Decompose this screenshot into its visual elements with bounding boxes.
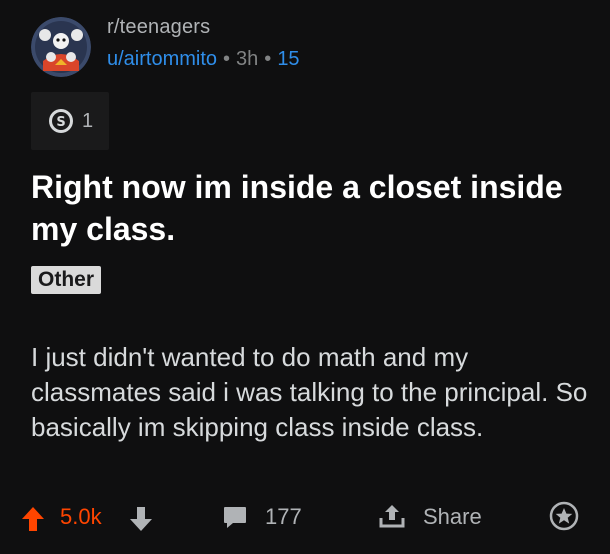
share-icon[interactable] xyxy=(378,502,406,530)
post-body: I just didn't wanted to do math and my c… xyxy=(31,342,588,442)
post-meta: u/airtommito • 3h • 15 xyxy=(107,48,300,71)
vote-score: 5.0k xyxy=(60,504,102,529)
author-username[interactable]: u/airtommito xyxy=(107,48,217,70)
svg-text:S: S xyxy=(56,115,65,130)
subreddit-name[interactable]: r/teenagers xyxy=(107,16,210,39)
give-award-icon[interactable] xyxy=(549,501,579,531)
author-points: 15 xyxy=(277,48,300,70)
post-view: r/teenagers u/airtommito • 3h • 15 S 1 Right… xyxy=(0,0,610,554)
silver-award-icon: S xyxy=(49,109,73,133)
comment-count[interactable]: 177 xyxy=(265,504,302,530)
post-flair[interactable]: Other xyxy=(31,266,102,294)
meta-separator: • xyxy=(223,48,231,70)
post-title: Right now im inside a closet inside my c… xyxy=(31,169,563,247)
meta-separator-2: • xyxy=(264,48,272,70)
award-badge[interactable]: S 1 xyxy=(31,92,109,150)
share-button[interactable]: Share xyxy=(423,504,482,530)
comment-bubble-icon[interactable] xyxy=(222,504,248,530)
upvote-arrow-icon[interactable] xyxy=(21,506,45,532)
post-age: 3h xyxy=(236,48,259,70)
subreddit-avatar[interactable] xyxy=(31,17,91,77)
subreddit-avatar-icon xyxy=(31,17,91,77)
award-count: 1 xyxy=(82,109,94,132)
action-bar: 5.0k 177 Share xyxy=(0,496,610,540)
downvote-arrow-icon[interactable] xyxy=(129,506,153,532)
